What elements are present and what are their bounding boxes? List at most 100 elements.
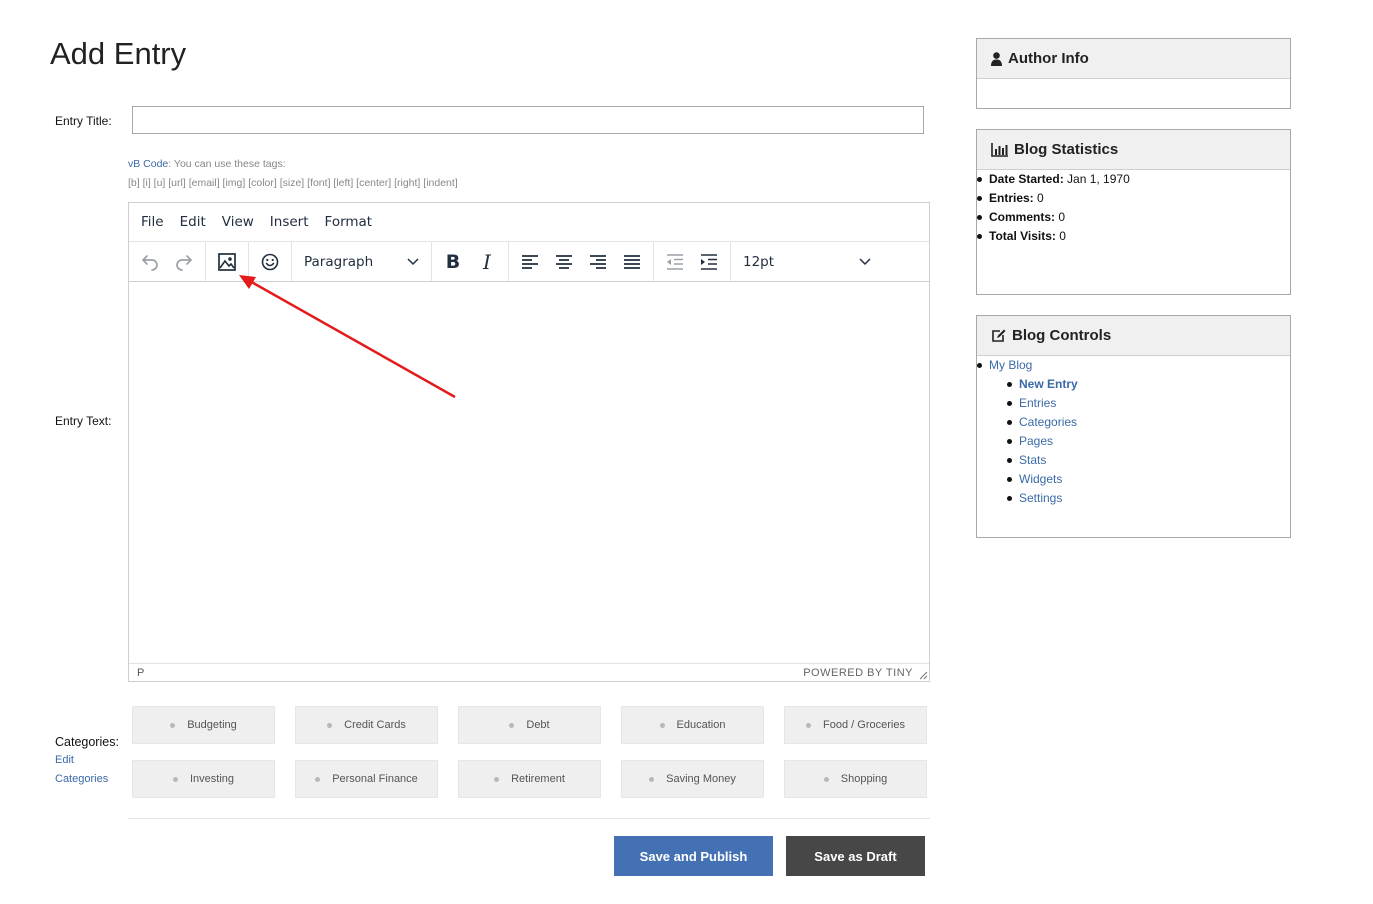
control-item: Entries — [1007, 394, 1290, 413]
save-as-draft-button[interactable]: Save as Draft — [786, 836, 925, 876]
edit-icon — [991, 329, 1006, 343]
stat-value: 0 — [1059, 229, 1066, 243]
stat-total-visits: Total Visits: 0 — [977, 227, 1290, 246]
stat-label: Comments: — [989, 210, 1056, 224]
powered-by-tiny[interactable]: POWERED BY TINY — [803, 667, 921, 679]
user-icon — [991, 51, 1002, 66]
author-info-header: Author Info — [977, 39, 1290, 79]
stat-label: Entries: — [989, 191, 1034, 205]
entry-title-label: Entry Title: — [55, 114, 112, 128]
font-size-select[interactable]: 12pt — [735, 247, 879, 277]
chevron-down-icon — [859, 257, 871, 265]
control-categories[interactable]: Categories — [1019, 415, 1077, 429]
categories-label: Categories: — [55, 735, 119, 749]
blog-statistics-panel: Blog Statistics Date Started: Jan 1, 197… — [976, 129, 1291, 295]
menu-insert[interactable]: Insert — [262, 214, 317, 230]
control-entries[interactable]: Entries — [1019, 396, 1056, 410]
edit-categories-link-line1[interactable]: Edit — [55, 754, 74, 766]
editor-statusbar: P POWERED BY TINY — [129, 663, 929, 681]
redo-icon[interactable] — [167, 247, 201, 277]
menu-file[interactable]: File — [133, 214, 172, 230]
blog-statistics-header: Blog Statistics — [977, 130, 1290, 170]
bullet-icon — [327, 722, 333, 728]
author-info-title: Author Info — [1008, 50, 1089, 67]
category-retirement[interactable]: Retirement — [458, 760, 601, 798]
stat-value: 0 — [1037, 191, 1044, 205]
indent-group — [654, 242, 731, 281]
align-right-icon[interactable] — [581, 247, 615, 277]
vb-code-link[interactable]: vB Code — [128, 158, 168, 170]
control-stats[interactable]: Stats — [1019, 453, 1046, 467]
stat-date-started: Date Started: Jan 1, 1970 — [977, 170, 1290, 189]
category-education[interactable]: Education — [621, 706, 764, 744]
stat-label: Date Started: — [989, 172, 1064, 186]
category-label: Shopping — [840, 773, 888, 785]
control-item: Widgets — [1007, 470, 1290, 489]
bullet-icon — [494, 776, 500, 782]
entry-title-input[interactable] — [132, 106, 924, 134]
control-new-entry[interactable]: New Entry — [1019, 377, 1078, 391]
control-my-blog[interactable]: My Blog — [989, 358, 1032, 372]
stat-value: 0 — [1058, 210, 1066, 224]
align-left-icon[interactable] — [513, 247, 547, 277]
author-info-panel: Author Info — [976, 38, 1291, 109]
bullet-icon — [649, 776, 655, 782]
category-investing[interactable]: Investing — [132, 760, 275, 798]
blog-controls-sublist: New Entry Entries Categories Pages Stats… — [989, 375, 1290, 508]
category-label: Debt — [526, 719, 550, 731]
editor-menubar: File Edit View Insert Format — [129, 203, 929, 242]
align-justify-icon[interactable] — [615, 247, 649, 277]
category-debt[interactable]: Debt — [458, 706, 601, 744]
category-budgeting[interactable]: Budgeting — [132, 706, 275, 744]
category-label: Food / Groceries — [823, 719, 905, 731]
control-item: New Entry — [1007, 375, 1290, 394]
blog-controls-title: Blog Controls — [1012, 327, 1112, 344]
blog-statistics-list: Date Started: Jan 1, 1970 Entries: 0 Com… — [977, 170, 1290, 246]
save-and-publish-button[interactable]: Save and Publish — [614, 836, 773, 876]
bullet-icon — [509, 722, 515, 728]
blog-controls-list: My Blog New Entry Entries Categories Pag… — [977, 356, 1290, 508]
blog-statistics-title: Blog Statistics — [1014, 141, 1119, 158]
category-credit-cards[interactable]: Credit Cards — [295, 706, 438, 744]
font-size-value: 12pt — [743, 253, 775, 270]
category-shopping[interactable]: Shopping — [784, 760, 927, 798]
outdent-icon[interactable] — [658, 247, 692, 277]
undo-icon[interactable] — [133, 247, 167, 277]
stat-value: Jan 1, 1970 — [1067, 172, 1130, 186]
vb-code-tags: [b] [i] [u] [url] [email] [img] [color] … — [128, 177, 458, 189]
menu-edit[interactable]: Edit — [172, 214, 214, 230]
bar-chart-icon — [991, 142, 1008, 157]
stat-label: Total Visits: — [989, 229, 1056, 243]
control-settings[interactable]: Settings — [1019, 491, 1062, 505]
element-path[interactable]: P — [137, 667, 144, 679]
history-group — [129, 242, 206, 281]
control-widgets[interactable]: Widgets — [1019, 472, 1062, 486]
vb-code-help-text: : You can use these tags: — [168, 158, 286, 170]
resize-handle-icon[interactable] — [919, 671, 928, 680]
category-grid: Budgeting Credit Cards Debt Education Fo… — [132, 706, 927, 798]
menu-view[interactable]: View — [214, 214, 262, 230]
category-personal-finance[interactable]: Personal Finance — [295, 760, 438, 798]
control-item: Stats — [1007, 451, 1290, 470]
annotation-arrow-icon — [239, 275, 456, 399]
category-label: Education — [676, 719, 726, 731]
bullet-icon — [659, 722, 665, 728]
control-item: Pages — [1007, 432, 1290, 451]
category-label: Credit Cards — [344, 719, 406, 731]
control-pages[interactable]: Pages — [1019, 434, 1053, 448]
stat-entries: Entries: 0 — [977, 189, 1290, 208]
edit-categories-link-line2[interactable]: Categories — [55, 773, 108, 785]
category-label: Personal Finance — [332, 773, 418, 785]
category-label: Saving Money — [666, 773, 736, 785]
category-label: Investing — [189, 773, 235, 785]
control-item: Categories — [1007, 413, 1290, 432]
italic-button[interactable]: I — [470, 247, 504, 277]
vb-code-help: vB Code: You can use these tags: [b] [i]… — [128, 155, 458, 193]
menu-format[interactable]: Format — [317, 214, 381, 230]
stat-comments: Comments: 0 — [977, 208, 1290, 227]
category-label: Budgeting — [187, 719, 237, 731]
indent-icon[interactable] — [692, 247, 726, 277]
category-saving-money[interactable]: Saving Money — [621, 760, 764, 798]
align-center-icon[interactable] — [547, 247, 581, 277]
category-food-groceries[interactable]: Food / Groceries — [784, 706, 927, 744]
